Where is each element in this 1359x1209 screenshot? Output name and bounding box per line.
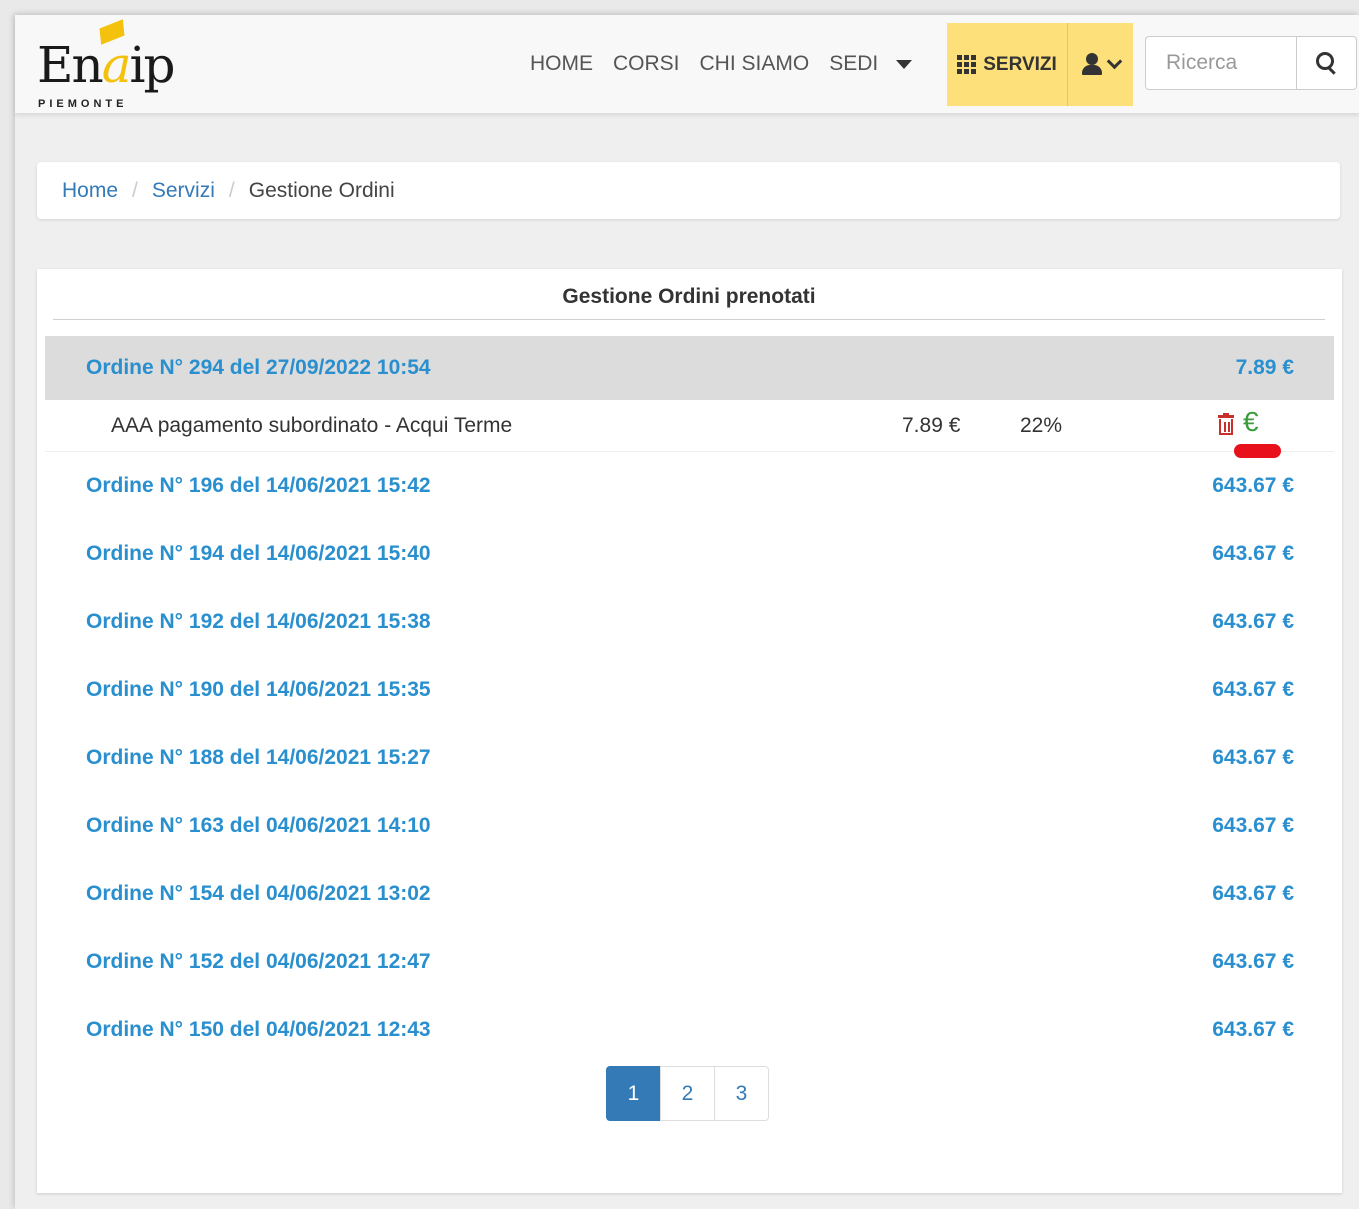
- detail-vat: 22%: [1020, 413, 1063, 437]
- order-detail-row: AAA pagamento subordinato - Acqui Terme …: [45, 400, 1334, 458]
- order-row[interactable]: Ordine N° 294 del 27/09/2022 10:54 7.89 …: [45, 336, 1334, 400]
- navbar: Enaip PIEMONTE HOME CORSI CHI SIAMO SEDI…: [15, 15, 1359, 114]
- order-label: Ordine N° 152 del 04/06/2021 12:47: [86, 950, 431, 973]
- order-row[interactable]: Ordine N° 190 del 14/06/2021 15:35 643.6…: [45, 656, 1334, 724]
- orders-panel: Gestione Ordini prenotati Ordine N° 294 …: [37, 269, 1342, 1193]
- order-total: 643.67 €: [1212, 474, 1294, 497]
- page-button-2[interactable]: 2: [660, 1066, 715, 1121]
- pay-euro-icon[interactable]: €: [1243, 406, 1259, 438]
- chevron-down-icon: [1106, 53, 1123, 70]
- order-row[interactable]: Ordine N° 192 del 14/06/2021 15:38 643.6…: [45, 588, 1334, 656]
- page-button-3[interactable]: 3: [714, 1066, 769, 1121]
- search-button[interactable]: [1297, 36, 1357, 90]
- search-form: [1145, 36, 1357, 90]
- order-total: 643.67 €: [1212, 882, 1294, 905]
- order-label: Ordine N° 190 del 14/06/2021 15:35: [86, 678, 431, 701]
- order-label: Ordine N° 196 del 14/06/2021 15:42: [86, 474, 431, 497]
- logo-subtitle: PIEMONTE: [38, 98, 128, 110]
- grid-icon: [957, 55, 977, 74]
- logo-word: Enaip: [37, 36, 176, 94]
- order-row[interactable]: Ordine N° 150 del 04/06/2021 12:43 643.6…: [45, 996, 1334, 1064]
- breadcrumb-home[interactable]: Home: [62, 179, 118, 203]
- page: Enaip PIEMONTE HOME CORSI CHI SIAMO SEDI…: [15, 15, 1359, 1209]
- order-row[interactable]: Ordine N° 152 del 04/06/2021 12:47 643.6…: [45, 928, 1334, 996]
- order-total: 643.67 €: [1212, 950, 1294, 973]
- order-total: 7.89 €: [1235, 356, 1294, 379]
- order-total: 643.67 €: [1212, 1018, 1294, 1041]
- breadcrumb-current: Gestione Ordini: [248, 178, 395, 202]
- order-total: 643.67 €: [1212, 678, 1294, 701]
- nav-corsi[interactable]: CORSI: [613, 15, 680, 113]
- nav-chi-siamo[interactable]: CHI SIAMO: [700, 15, 810, 113]
- nav-sedi[interactable]: SEDI: [829, 15, 878, 113]
- red-highlight-mark: [1234, 444, 1281, 458]
- order-label: Ordine N° 163 del 04/06/2021 14:10: [86, 814, 431, 837]
- servizi-label: SERVIZI: [983, 53, 1057, 75]
- user-icon: [1081, 52, 1103, 77]
- order-label: Ordine N° 154 del 04/06/2021 13:02: [86, 882, 431, 905]
- order-total: 643.67 €: [1212, 814, 1294, 837]
- breadcrumb-separator: /: [132, 178, 138, 202]
- pagination: 1 2 3: [606, 1066, 769, 1121]
- order-label: Ordine N° 150 del 04/06/2021 12:43: [86, 1018, 431, 1041]
- breadcrumb-separator: /: [228, 178, 235, 202]
- panel-title: Gestione Ordini prenotati: [53, 269, 1325, 320]
- order-row[interactable]: Ordine N° 163 del 04/06/2021 14:10 643.6…: [45, 792, 1334, 860]
- order-total: 643.67 €: [1212, 746, 1294, 769]
- search-icon: [1315, 52, 1338, 75]
- user-menu-button[interactable]: [1068, 23, 1133, 106]
- search-input[interactable]: [1145, 36, 1297, 90]
- order-label: Ordine N° 188 del 14/06/2021 15:27: [86, 746, 431, 769]
- main-nav: HOME CORSI CHI SIAMO SEDI: [520, 15, 922, 113]
- detail-price: 7.89 €: [902, 413, 961, 437]
- order-row[interactable]: Ordine N° 154 del 04/06/2021 13:02 643.6…: [45, 860, 1334, 928]
- enaip-logo[interactable]: Enaip PIEMONTE: [35, 19, 176, 111]
- orders-list: Ordine N° 294 del 27/09/2022 10:54 7.89 …: [45, 336, 1334, 1064]
- servizi-menu-button[interactable]: SERVIZI: [947, 23, 1068, 106]
- detail-description: AAA pagamento subordinato - Acqui Terme: [111, 413, 513, 437]
- order-label: Ordine N° 194 del 14/06/2021 15:40: [86, 542, 431, 565]
- order-row[interactable]: Ordine N° 188 del 14/06/2021 15:27 643.6…: [45, 724, 1334, 792]
- page-button-1[interactable]: 1: [606, 1066, 661, 1121]
- caret-down-icon[interactable]: [896, 59, 913, 69]
- order-row[interactable]: Ordine N° 196 del 14/06/2021 15:42 643.6…: [45, 452, 1334, 520]
- order-row[interactable]: Ordine N° 194 del 14/06/2021 15:40 643.6…: [45, 520, 1334, 588]
- breadcrumb-servizi[interactable]: Servizi: [152, 179, 215, 203]
- trash-icon[interactable]: [1215, 413, 1237, 437]
- order-total: 643.67 €: [1212, 610, 1294, 633]
- breadcrumb: Home / Servizi / Gestione Ordini: [37, 162, 1340, 219]
- order-label: Ordine N° 192 del 14/06/2021 15:38: [86, 610, 431, 633]
- order-label: Ordine N° 294 del 27/09/2022 10:54: [86, 356, 431, 379]
- order-total: 643.67 €: [1212, 542, 1294, 565]
- nav-home[interactable]: HOME: [530, 15, 593, 113]
